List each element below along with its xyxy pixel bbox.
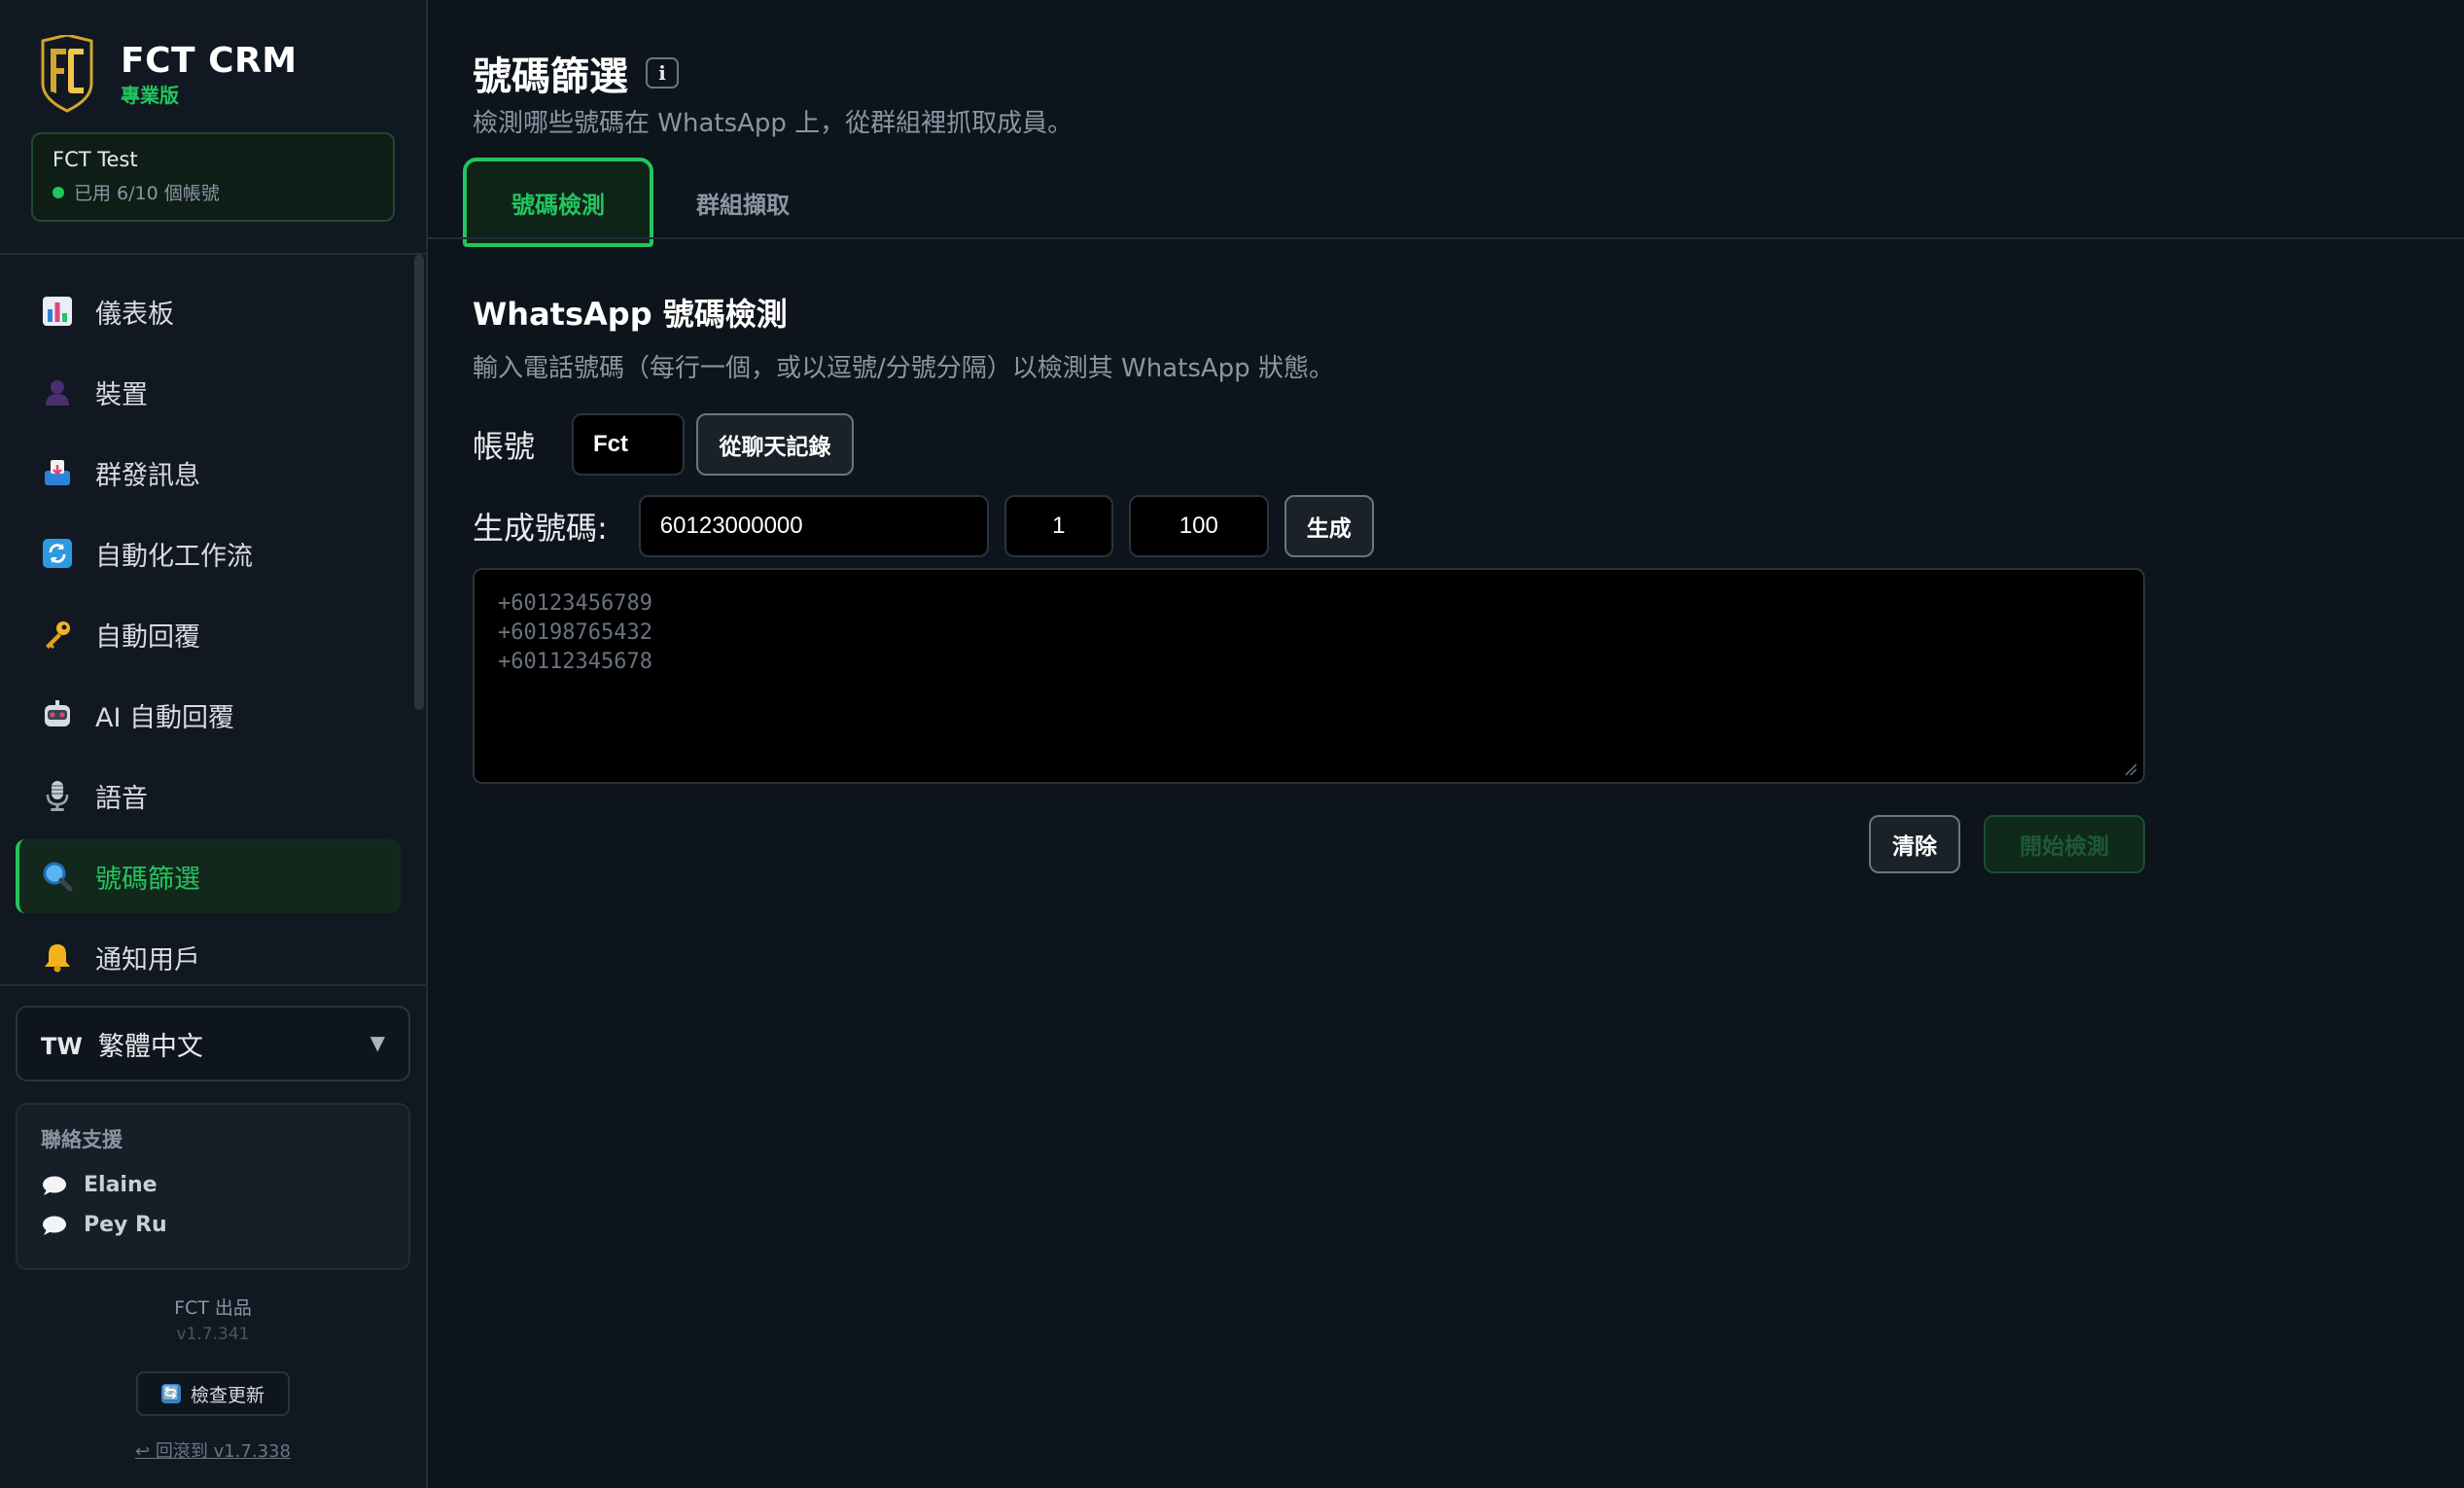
fct-logo-icon xyxy=(41,35,93,113)
generate-start-input[interactable]: 1 xyxy=(1003,495,1113,557)
support-title: 聯絡支援 xyxy=(41,1128,123,1151)
sidebar-item-workflow[interactable]: 自動化工作流 xyxy=(16,516,401,590)
language-name: 繁體中文 xyxy=(97,1031,203,1062)
account-card[interactable]: FCT Test 已用 6/10 個帳號 xyxy=(31,132,395,222)
footer-version: v1.7.341 xyxy=(176,1325,250,1344)
support-contact-name: Pey Ru xyxy=(84,1213,167,1237)
bell-icon xyxy=(41,940,74,974)
sidebar-item-label: 儀表板 xyxy=(95,299,174,330)
tab-divider xyxy=(428,237,2464,239)
phone-numbers-textarea[interactable]: +60123456789 +60198765432 +60112345678 xyxy=(473,568,2145,784)
generate-count-input[interactable]: 100 xyxy=(1128,495,1269,557)
support-contact-elaine[interactable]: Elaine xyxy=(41,1173,385,1197)
check-update-button[interactable]: 🔄 檢查更新 xyxy=(136,1371,290,1416)
sidebar-divider xyxy=(0,253,426,255)
start-check-button[interactable]: 開始檢測 xyxy=(1984,815,2145,873)
page-title: 號碼篩選 xyxy=(473,54,628,99)
inbox-tray-icon xyxy=(41,456,74,489)
generate-prefix-input[interactable]: 60123000000 xyxy=(638,495,989,557)
sidebar-item-ai-auto-reply[interactable]: AI 自動回覆 xyxy=(16,678,401,752)
tab-bar: 號碼檢測 群組擷取 xyxy=(463,158,832,247)
support-contact-pey-ru[interactable]: Pey Ru xyxy=(41,1213,385,1237)
sidebar-divider xyxy=(0,984,426,986)
sidebar-nav: 儀表板 裝置 群發訊息 自動化工作流 自動回覆 AI 自動回覆 語音 號碼篩選 … xyxy=(16,274,401,1001)
refresh-icon xyxy=(41,537,74,570)
account-usage-text: 已用 6/10 個帳號 xyxy=(74,183,220,204)
sidebar-item-label: 裝置 xyxy=(95,379,148,410)
language-select[interactable]: TW 繁體中文 ▼ xyxy=(16,1006,410,1081)
sidebar-item-broadcast[interactable]: 群發訊息 xyxy=(16,436,401,510)
rollback-link[interactable]: ↩ 回滾到 v1.7.338 xyxy=(0,1437,426,1463)
brand: FCT CRM 專業版 xyxy=(39,35,298,113)
generate-button[interactable]: 生成 xyxy=(1284,495,1374,557)
sidebar-item-label: AI 自動回覆 xyxy=(95,702,235,733)
info-icon[interactable]: i xyxy=(646,57,679,89)
account-usage: 已用 6/10 個帳號 xyxy=(53,179,373,205)
support-panel: 聯絡支援 Elaine Pey Ru xyxy=(16,1103,410,1270)
account-select[interactable]: Fct xyxy=(572,413,686,476)
brand-subtitle: 專業版 xyxy=(121,84,179,107)
account-row: 帳號 Fct 從聊天記錄 xyxy=(473,412,855,477)
account-label: 帳號 xyxy=(473,428,536,465)
support-contact-name: Elaine xyxy=(84,1173,158,1197)
clear-button[interactable]: 清除 xyxy=(1869,815,1960,873)
brand-title: FCT CRM xyxy=(121,41,298,81)
microphone-icon xyxy=(41,779,74,812)
sidebar-item-label: 群發訊息 xyxy=(95,460,200,491)
textarea-placeholder: +60123456789 +60198765432 +60112345678 xyxy=(498,591,652,674)
user-silhouette-icon xyxy=(41,375,74,408)
tab-number-check[interactable]: 號碼檢測 xyxy=(463,158,653,247)
resize-handle-icon[interactable] xyxy=(2124,762,2137,776)
section-subtitle: 輸入電話號碼（每行一個，或以逗號/分號分隔）以檢測其 WhatsApp 狀態。 xyxy=(473,354,1334,383)
sidebar-item-label: 自動回覆 xyxy=(95,621,200,653)
check-update-label: 檢查更新 xyxy=(190,1384,264,1406)
main-content: 號碼篩選 i 檢測哪些號碼在 WhatsApp 上，從群組裡抓取成員。 號碼檢測… xyxy=(428,0,2464,1488)
sidebar-item-voice[interactable]: 語音 xyxy=(16,759,401,833)
page-subtitle: 檢測哪些號碼在 WhatsApp 上，從群組裡抓取成員。 xyxy=(473,109,1074,138)
chart-icon xyxy=(41,295,74,328)
speech-bubble-icon xyxy=(43,1216,66,1235)
tab-group-extract[interactable]: 群組擷取 xyxy=(653,158,832,247)
generate-label: 生成號碼: xyxy=(473,510,608,547)
sidebar-scrollbar[interactable] xyxy=(414,255,424,710)
language-code: TW xyxy=(41,1033,83,1060)
robot-icon xyxy=(41,698,74,731)
from-chat-history-button[interactable]: 從聊天記錄 xyxy=(696,413,855,476)
refresh-icon: 🔄 xyxy=(160,1384,181,1403)
sidebar-item-label: 通知用戶 xyxy=(95,944,200,975)
sidebar-item-notify-users[interactable]: 通知用戶 xyxy=(16,920,401,994)
speech-bubble-icon xyxy=(43,1176,66,1195)
key-icon xyxy=(41,618,74,651)
sidebar-item-devices[interactable]: 裝置 xyxy=(16,355,401,429)
footer-brand: FCT 出品 xyxy=(174,1297,252,1319)
page-header: 號碼篩選 i xyxy=(473,45,679,101)
sidebar-item-number-filter[interactable]: 號碼篩選 xyxy=(16,839,401,913)
account-name: FCT Test xyxy=(53,148,138,171)
sidebar-item-label: 自動化工作流 xyxy=(95,541,253,572)
status-dot-icon xyxy=(53,186,64,198)
sidebar-item-auto-reply[interactable]: 自動回覆 xyxy=(16,597,401,671)
sidebar-item-label: 號碼篩選 xyxy=(95,864,200,895)
sidebar: FCT CRM 專業版 FCT Test 已用 6/10 個帳號 儀表板 裝置 … xyxy=(0,0,428,1488)
magnifier-icon xyxy=(41,860,74,893)
sidebar-item-dashboard[interactable]: 儀表板 xyxy=(16,274,401,348)
chevron-down-icon: ▼ xyxy=(370,1031,385,1054)
section-title: WhatsApp 號碼檢測 xyxy=(473,296,788,333)
sidebar-item-label: 語音 xyxy=(95,783,148,814)
generate-row: 生成號碼: 60123000000 1 100 生成 xyxy=(473,494,1374,558)
